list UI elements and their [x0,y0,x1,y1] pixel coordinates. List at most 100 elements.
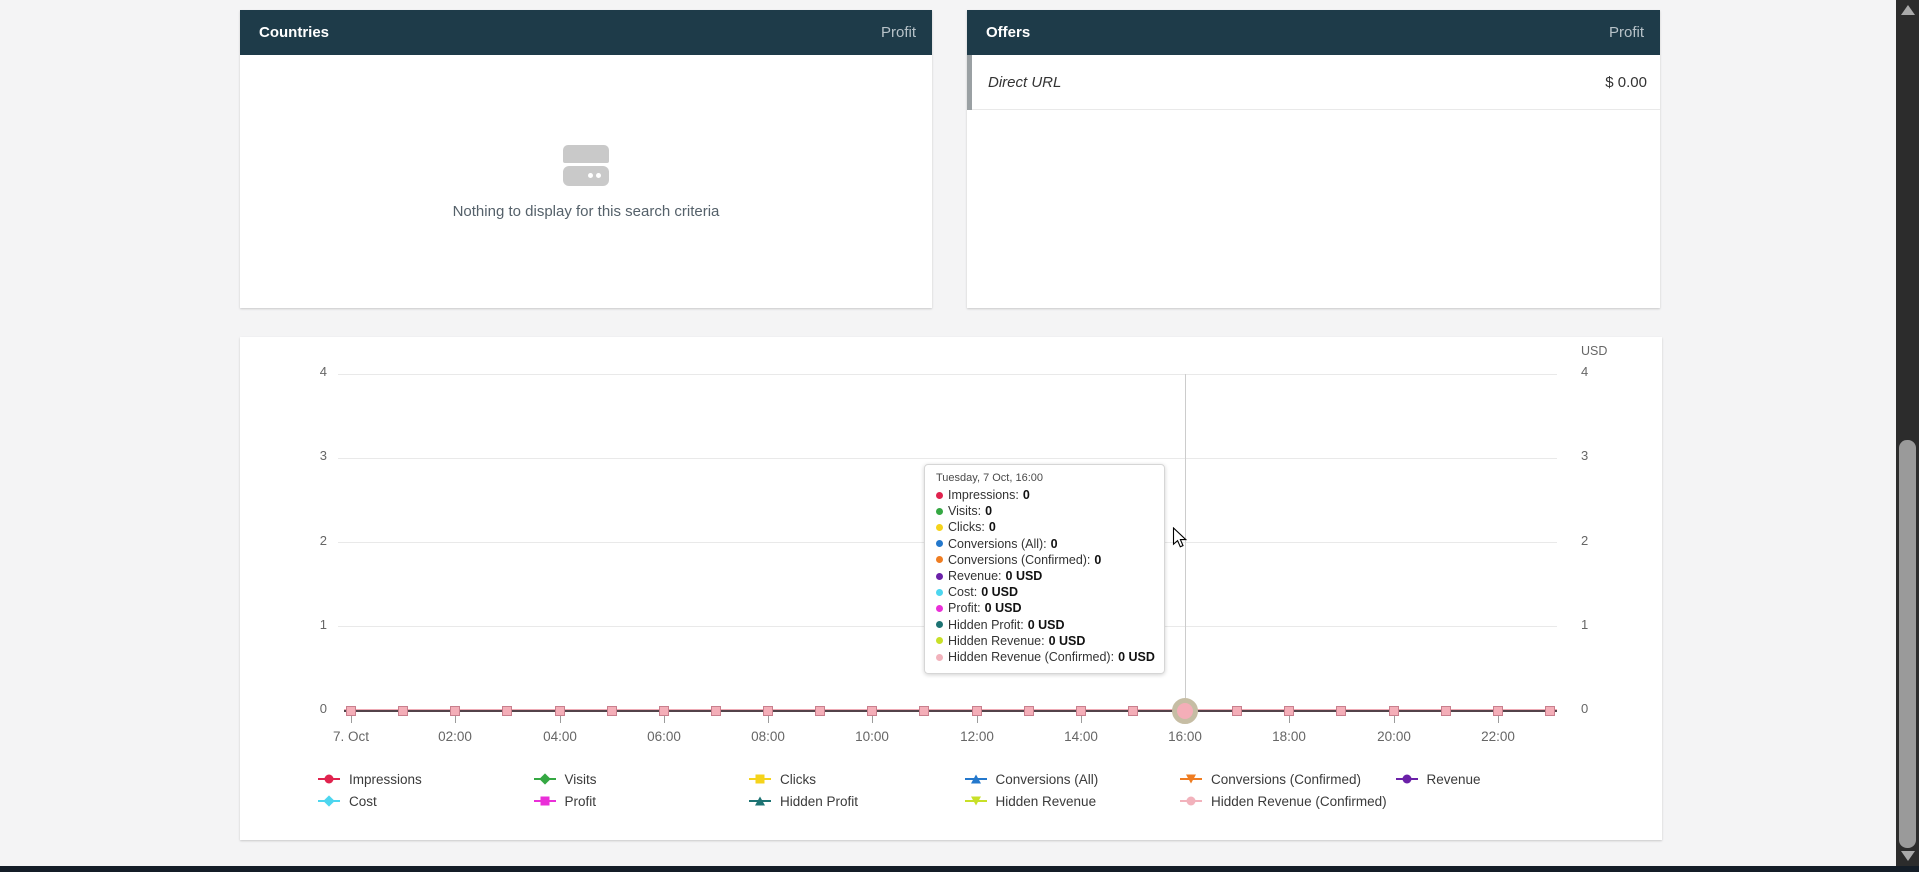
scrollbar-thumb[interactable] [1899,440,1916,848]
legend-label: Visits [565,772,597,787]
legend-item-visits[interactable]: Visits [534,772,750,787]
scroll-up-icon[interactable] [1901,5,1915,15]
tooltip-row: Cost:0 USD [936,584,1153,600]
legend-marker-shape [1186,775,1196,784]
data-point[interactable] [1128,706,1138,716]
offer-profit-value: $ 0.00 [1605,74,1647,91]
data-point[interactable] [659,706,669,716]
legend-label: Hidden Profit [780,794,858,809]
data-point[interactable] [607,706,617,716]
legend-marker-shape [325,775,334,784]
tooltip-rows: Impressions:0Visits:0Clicks:0Conversions… [936,487,1153,665]
series-bullet-icon [936,637,943,644]
data-point[interactable] [555,706,565,716]
legend-label: Profit [565,794,597,809]
legend-marker [318,773,340,786]
data-point[interactable] [867,706,877,716]
x-axis-label: 06:00 [624,729,704,744]
x-axis-label: 08:00 [728,729,808,744]
tooltip-row-value: 0 USD [985,600,1022,616]
legend-item-conversions-all[interactable]: Conversions (All) [965,772,1181,787]
legend-label: Clicks [780,772,816,787]
countries-empty-state: Nothing to display for this search crite… [240,145,932,220]
legend-marker [749,795,771,808]
data-point[interactable] [346,706,356,716]
tooltip-row: Conversions (All):0 [936,536,1153,552]
chart-gridline [338,374,1557,375]
legend-item-impressions[interactable]: Impressions [318,772,534,787]
legend-label: Revenue [1427,772,1481,787]
legend-marker [534,795,556,808]
data-point[interactable] [1441,706,1451,716]
data-point[interactable] [711,706,721,716]
legend-item-clicks[interactable]: Clicks [749,772,965,787]
data-point[interactable] [1545,706,1555,716]
tooltip-row-label: Conversions (Confirmed): [948,552,1090,568]
x-axis-tick [560,716,561,723]
data-point[interactable] [1336,706,1346,716]
y-axis-label-right: 1 [1581,617,1615,637]
data-point[interactable] [502,706,512,716]
legend-item-hidden-revenue[interactable]: Hidden Revenue [965,794,1181,809]
legend-item-revenue[interactable]: Revenue [1396,772,1612,787]
legend-label: Impressions [349,772,422,787]
card-icon-dot [588,173,593,178]
y-axis-label-right: 4 [1581,364,1615,384]
x-axis-label: 12:00 [937,729,1017,744]
tooltip-title: Tuesday, 7 Oct, 16:00 [936,472,1153,484]
offers-metric-header[interactable]: Profit [1609,24,1644,41]
legend-item-hidden-revenue-confirmed[interactable]: Hidden Revenue (Confirmed) [1180,794,1396,809]
data-point[interactable] [1284,706,1294,716]
legend-marker-shape [1402,775,1411,784]
y-axis-label-left: 0 [293,701,327,721]
countries-metric-header[interactable]: Profit [881,24,916,41]
offers-panel-header: Offers Profit [967,10,1660,55]
tooltip-row-label: Impressions: [948,487,1019,503]
data-point[interactable] [972,706,982,716]
data-point[interactable] [1493,706,1503,716]
legend-label: Cost [349,794,377,809]
chart-legend: Impressions Visits Clicks Conversions (All)… [318,768,1611,812]
data-point-hovered[interactable] [1172,698,1198,724]
legend-item-profit[interactable]: Profit [534,794,750,809]
x-axis-label: 10:00 [832,729,912,744]
data-point[interactable] [450,706,460,716]
legend-item-hidden-profit[interactable]: Hidden Profit [749,794,965,809]
x-axis-label: 18:00 [1249,729,1329,744]
empty-state-message: Nothing to display for this search crite… [240,203,932,220]
legend-item-cost[interactable]: Cost [318,794,534,809]
x-axis-label: 20:00 [1354,729,1434,744]
tooltip-row-value: 0 USD [1049,633,1086,649]
tooltip-row: Profit:0 USD [936,600,1153,616]
data-point[interactable] [398,706,408,716]
offer-name: Direct URL [988,74,1061,91]
data-point[interactable] [1389,706,1399,716]
legend-item-conversions-confirmed[interactable]: Conversions (Confirmed) [1180,772,1396,787]
tooltip-row-value: 0 [1051,536,1058,552]
data-point[interactable] [763,706,773,716]
legend-marker-shape [1187,797,1196,806]
tooltip-row: Impressions:0 [936,487,1153,503]
scroll-down-icon[interactable] [1901,851,1915,861]
legend-marker [965,773,987,786]
legend-marker [1180,795,1202,808]
offer-row-direct-url[interactable]: Direct URL $ 0.00 [967,55,1660,110]
data-point[interactable] [1024,706,1034,716]
data-point[interactable] [1076,706,1086,716]
tooltip-row: Hidden Revenue:0 USD [936,633,1153,649]
card-icon-top [563,145,609,163]
offer-row-accent-bar [967,55,972,110]
x-axis-label: 04:00 [520,729,600,744]
data-point[interactable] [815,706,825,716]
x-axis-tick [872,716,873,723]
data-point[interactable] [919,706,929,716]
series-bullet-icon [936,540,943,547]
series-bullet-icon [936,573,943,580]
card-icon-dot [596,173,601,178]
chart-gridline [338,458,1557,459]
legend-label: Hidden Revenue [996,794,1097,809]
tooltip-row-label: Hidden Profit: [948,617,1024,633]
data-point[interactable] [1232,706,1242,716]
x-axis-tick [768,716,769,723]
x-axis-tick [664,716,665,723]
